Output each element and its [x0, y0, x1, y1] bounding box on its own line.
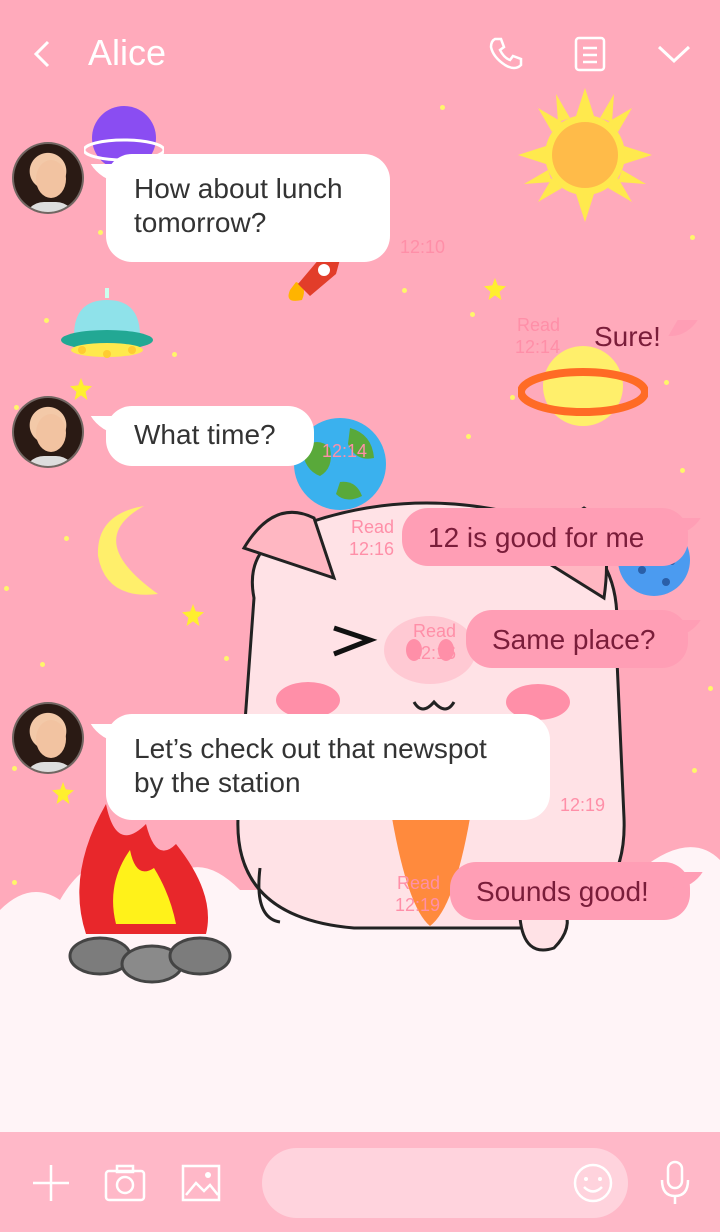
smiley-icon — [573, 1163, 613, 1203]
call-button[interactable] — [482, 30, 530, 78]
message-time: 12:14 — [322, 441, 368, 461]
chat-header: Alice — [0, 0, 720, 108]
message-text: Same place? — [492, 624, 656, 655]
message-text: What time? — [134, 419, 276, 450]
message-read-status: Read 12:16 — [410, 621, 456, 663]
add-button[interactable] — [26, 1158, 76, 1208]
moon-icon — [97, 506, 158, 595]
avatar[interactable] — [12, 142, 84, 214]
sun-icon — [518, 88, 652, 222]
message-bubble-outgoing[interactable]: Sounds good! — [450, 862, 690, 920]
image-button[interactable] — [176, 1158, 226, 1208]
message-bubble-incoming[interactable]: Let’s check out that newspot by the stat… — [106, 714, 550, 820]
microphone-button[interactable] — [650, 1158, 700, 1208]
microphone-icon — [660, 1160, 690, 1204]
message-bubble-outgoing[interactable]: 12 is good for me — [402, 508, 688, 566]
avatar[interactable] — [12, 396, 84, 468]
message-text: Sure! — [594, 321, 661, 352]
message-input-bar — [0, 1132, 720, 1232]
star-icon — [182, 604, 204, 626]
camera-button[interactable] — [100, 1158, 150, 1208]
image-icon — [181, 1164, 221, 1202]
message-bubble-outgoing[interactable]: Sure! — [570, 310, 685, 364]
plus-icon — [33, 1165, 69, 1201]
chevron-down-icon — [657, 45, 691, 64]
star-icon — [484, 278, 506, 300]
message-bubble-incoming[interactable]: How about lunch tomorrow? — [106, 154, 390, 262]
message-bubble-outgoing[interactable]: Same place? — [466, 610, 688, 668]
chat-title: Alice — [88, 32, 167, 73]
message-text: 12 is good for me — [428, 522, 645, 553]
message-time: 12:19 — [560, 795, 606, 815]
emoji-button[interactable] — [568, 1158, 618, 1208]
message-text: How about lunch — [134, 173, 343, 204]
notes-button[interactable] — [566, 30, 614, 78]
message-read-status: Read 12:19 — [394, 873, 440, 915]
back-button[interactable] — [18, 30, 66, 78]
chevron-left-icon — [33, 40, 50, 68]
notes-icon — [574, 36, 606, 72]
camera-icon — [104, 1164, 146, 1202]
star-icon — [70, 378, 92, 400]
message-text: Let’s check out that newspot — [134, 733, 487, 764]
message-text: Sounds good! — [476, 876, 649, 907]
message-text: by the station — [134, 767, 301, 798]
message-read-status: Read 12:14 — [514, 315, 560, 357]
message-time: 12:10 — [400, 237, 446, 257]
message-bubble-incoming[interactable]: What time? — [106, 406, 314, 466]
avatar[interactable] — [12, 702, 84, 774]
phone-icon — [489, 37, 523, 70]
message-read-status: Read 12:16 — [348, 517, 394, 559]
message-text: tomorrow? — [134, 207, 267, 238]
menu-dropdown-button[interactable] — [650, 30, 698, 78]
ufo-icon — [61, 288, 153, 358]
